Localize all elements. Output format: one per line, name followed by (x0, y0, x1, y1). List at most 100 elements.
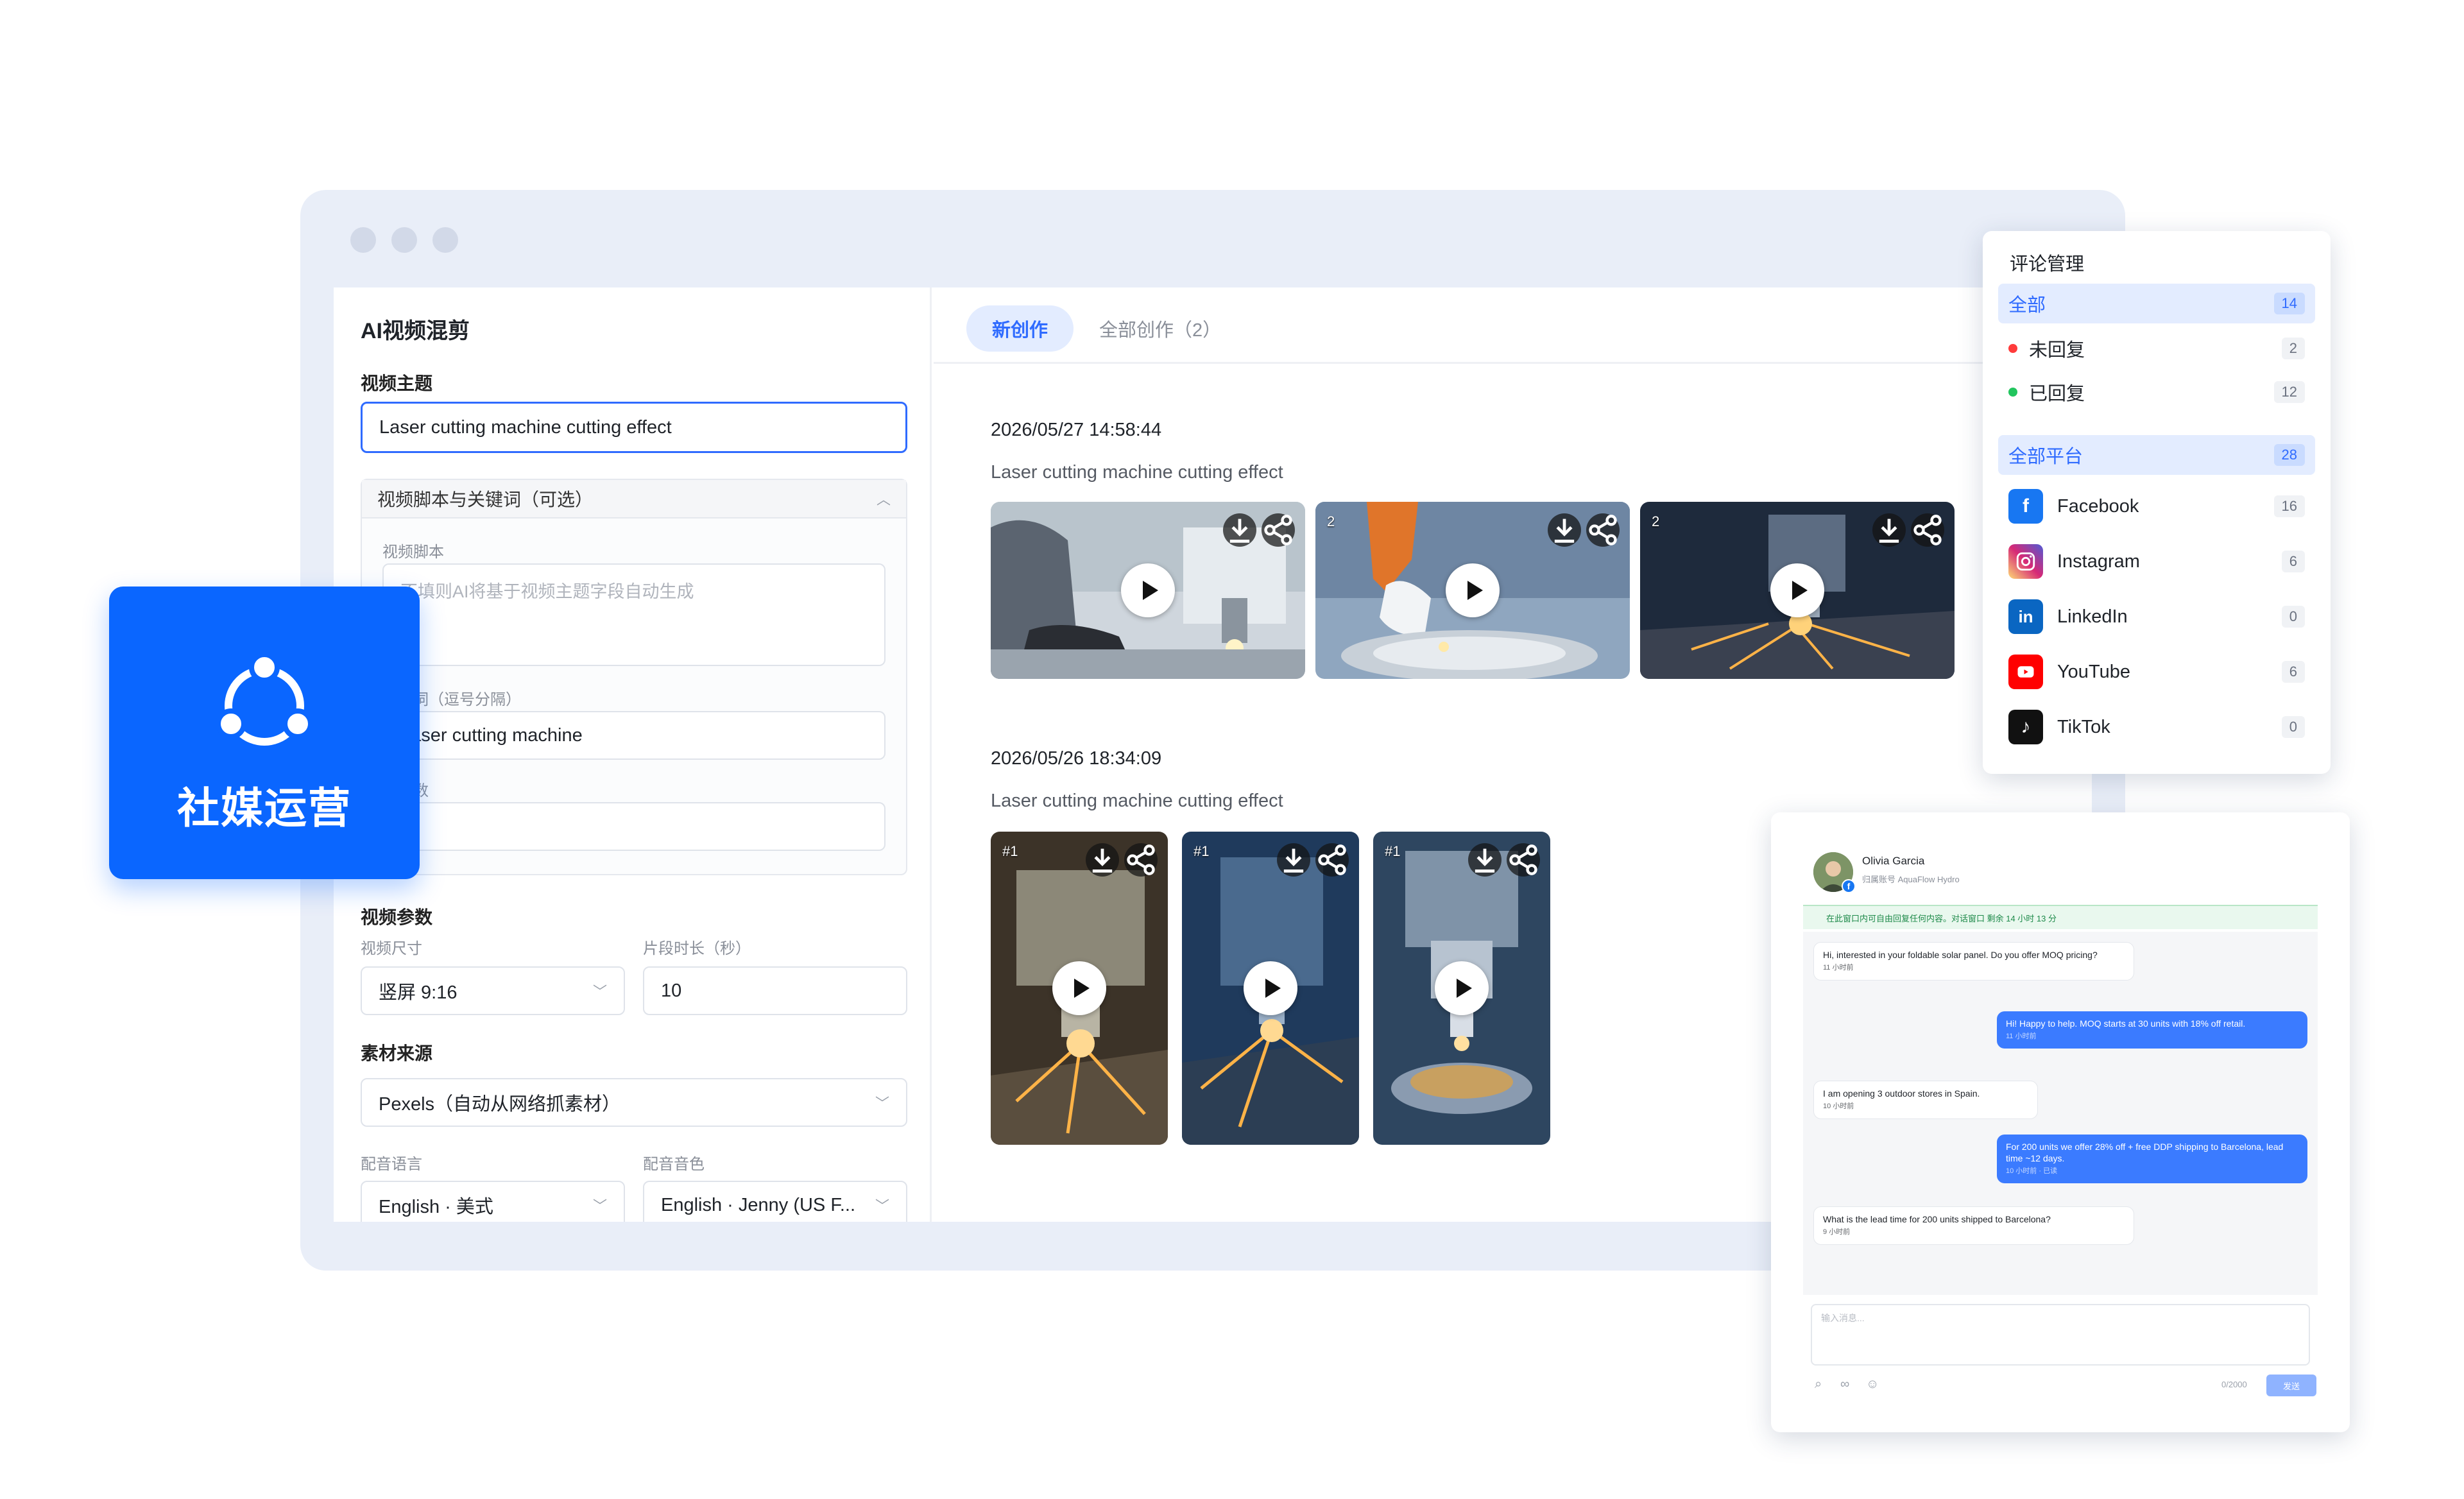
platform-youtube[interactable]: YouTube 6 (1998, 652, 2315, 692)
form-panel: AI视频混剪 视频主题 Laser cutting machine cuttin… (334, 287, 932, 1222)
tab-all-creations[interactable]: 全部创作（2） (1074, 305, 1247, 352)
platform-count: 0 (2281, 716, 2305, 738)
reply-window-notice: 在此窗口内可自由回复任何内容。对话窗口 剩余 14 小时 13 分 (1803, 905, 2318, 929)
social-media-logo-card: 社媒运营 (109, 587, 420, 879)
thumbnail-index: #1 (1385, 843, 1401, 859)
video-thumbnail[interactable] (991, 502, 1305, 679)
download-icon[interactable] (1223, 513, 1256, 547)
play-icon[interactable] (1121, 563, 1175, 617)
platform-label: YouTube (2057, 661, 2130, 682)
voice-label: 配音音色 (643, 1156, 705, 1173)
message-list: Hi, interested in your foldable solar pa… (1803, 932, 2318, 1295)
download-icon[interactable] (1548, 513, 1581, 547)
platform-count: 16 (2273, 495, 2305, 517)
duration-label: 片段时长（秒） (643, 940, 751, 957)
facebook-icon: f (2008, 489, 2043, 524)
download-icon[interactable] (1872, 513, 1906, 547)
window-dot-minimize[interactable] (391, 227, 417, 253)
filter-replied[interactable]: 已回复 12 (1998, 372, 2315, 412)
message-input[interactable]: 输入消息... (1811, 1304, 2310, 1366)
platform-label: 全部平台 (2008, 447, 2083, 467)
linkedin-icon: in (2008, 599, 2043, 634)
platform-count: 6 (2281, 551, 2305, 572)
script-textarea[interactable]: 不填则AI将基于视频主题字段自动生成 (382, 563, 886, 666)
filter-count: 12 (2273, 381, 2305, 403)
platform-label: LinkedIn (2057, 606, 2128, 627)
play-icon[interactable] (1052, 961, 1106, 1015)
status-dot-green (2008, 388, 2017, 397)
creation-caption: Laser cutting machine cutting effect (991, 462, 1283, 483)
platform-label: Facebook (2057, 495, 2139, 517)
window-dot-close[interactable] (350, 227, 376, 253)
video-thumbnail[interactable]: #1 (1182, 832, 1359, 1145)
youtube-icon (2008, 655, 2043, 689)
voice-lang-select[interactable]: English · 美式 ﹀ (361, 1181, 625, 1222)
play-icon[interactable] (1435, 961, 1489, 1015)
window-dot-maximize[interactable] (432, 227, 458, 253)
tabs-divider (934, 362, 2092, 364)
send-button[interactable]: 发送 (2266, 1375, 2316, 1396)
play-icon[interactable] (1244, 961, 1297, 1015)
attachment-icon[interactable]: ⌕ (1815, 1377, 1822, 1392)
filter-label: 全部 (2008, 295, 2046, 316)
play-icon[interactable] (1446, 563, 1500, 617)
platform-count: 28 (2273, 444, 2305, 466)
download-icon[interactable] (1277, 843, 1310, 877)
filter-all[interactable]: 全部 14 (1998, 284, 2315, 323)
download-icon[interactable] (1468, 843, 1502, 877)
filter-unreplied[interactable]: 未回复 2 (1998, 329, 2315, 368)
message-incoming: What is the lead time for 200 units ship… (1813, 1206, 2134, 1245)
platform-linkedin[interactable]: in LinkedIn 0 (1998, 597, 2315, 637)
filter-count: 2 (2281, 338, 2305, 359)
creation-caption: Laser cutting machine cutting effect (991, 791, 1283, 811)
chevron-up-icon: ︿ (876, 492, 891, 508)
message-text: I am opening 3 outdoor stores in Spain. (1823, 1088, 1980, 1099)
voice-lang-value: English · 美式 (379, 1197, 493, 1217)
voice-value: English · Jenny (US F... (661, 1194, 855, 1215)
script-label: 视频脚本 (382, 544, 444, 561)
share-icon[interactable] (1262, 513, 1295, 547)
size-select-value: 竖屏 9:16 (379, 982, 458, 1003)
chevron-down-icon: ﹀ (592, 984, 607, 1000)
script-panel-header[interactable]: 视频脚本与关键词（可选） ︿ (362, 480, 906, 518)
platform-label: TikTok (2057, 716, 2110, 737)
message-outgoing: Hi! Happy to help. MOQ starts at 30 unit… (1997, 1011, 2307, 1049)
play-icon[interactable] (1770, 563, 1824, 617)
creation-tabs: 新创作 全部创作（2） (966, 305, 1247, 352)
instagram-icon (2008, 544, 2043, 579)
download-icon[interactable] (1086, 843, 1119, 877)
emoji-icon[interactable]: ☺ (1866, 1377, 1879, 1392)
share-icon[interactable] (1911, 513, 1944, 547)
size-select[interactable]: 竖屏 9:16 ﹀ (361, 966, 625, 1015)
platform-all[interactable]: 全部平台 28 (1998, 435, 2315, 475)
platform-facebook[interactable]: f Facebook 16 (1998, 486, 2315, 526)
video-thumbnail[interactable]: #1 (1373, 832, 1550, 1145)
tab-new-creation[interactable]: 新创作 (966, 305, 1074, 352)
page-title: AI视频混剪 (361, 319, 470, 343)
message-time: 9 小时前 (1823, 1228, 1851, 1236)
video-thumbnail[interactable]: #1 (991, 832, 1168, 1145)
source-select[interactable]: Pexels（自动从网络抓素材） ﹀ (361, 1078, 907, 1127)
share-icon[interactable] (1586, 513, 1620, 547)
script-placeholder: 不填则AI将基于视频主题字段自动生成 (400, 582, 694, 601)
topic-input[interactable]: Laser cutting machine cutting effect (361, 402, 907, 453)
video-thumbnail[interactable]: 2 (1640, 502, 1955, 679)
platform-tiktok[interactable]: ♪ TikTok 0 (1998, 707, 2315, 747)
link-icon[interactable]: ∞ (1840, 1377, 1849, 1392)
message-text: Hi, interested in your foldable solar pa… (1823, 950, 2098, 960)
notice-text: 在此窗口内可自由回复任何内容。对话窗口 剩余 14 小时 13 分 (1826, 913, 2057, 923)
contact-account: 归属账号 AquaFlow Hydro (1862, 875, 1960, 884)
topic-label: 视频主题 (361, 373, 433, 393)
video-thumbnail[interactable]: 2 (1315, 502, 1630, 679)
share-icon[interactable] (1507, 843, 1540, 877)
creation-timestamp: 2026/05/27 14:58:44 (991, 420, 1162, 440)
thumbnail-index: #1 (1002, 843, 1018, 859)
platform-instagram[interactable]: Instagram 6 (1998, 542, 2315, 581)
duration-input[interactable]: 10 (643, 966, 907, 1015)
share-icon[interactable] (1124, 843, 1158, 877)
keywords-input[interactable]: Laser cutting machine (382, 711, 886, 760)
count-input[interactable] (382, 802, 886, 851)
send-label: 发送 (2282, 1381, 2300, 1391)
voice-select[interactable]: English · Jenny (US F... ﹀ (643, 1181, 907, 1222)
share-icon[interactable] (1315, 843, 1349, 877)
